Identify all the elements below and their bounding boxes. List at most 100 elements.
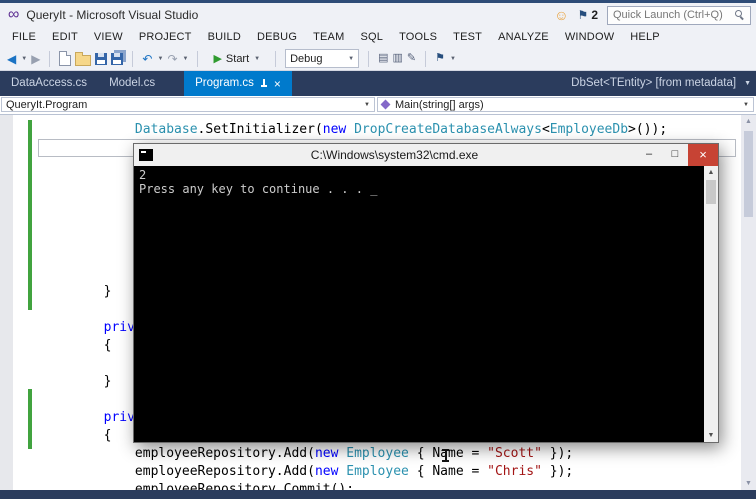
undo-icon[interactable]: ↶ [142,53,152,65]
menu-item-tools[interactable]: TOOLS [391,27,445,47]
search-icon [735,10,745,20]
properties-window-icon[interactable]: ▥ [393,53,403,64]
status-bar [0,490,756,499]
editor-vertical-scrollbar[interactable]: ▲ ▼ [741,115,756,490]
toolbar-options-icon[interactable]: ▼ [450,56,456,62]
console-minimize-button[interactable]: – [636,144,662,166]
code-line[interactable]: Database.SetInitializer(new DropCreateDa… [41,121,667,139]
tab-strip-left: DataAccess.cs Model.cs Program.cs × [0,71,292,96]
tab-model-cs[interactable]: Model.cs [98,71,166,96]
console-body[interactable]: 2 Press any key to continue . . . _ ▲ ▼ [134,166,718,442]
redo-dropdown-icon[interactable]: ▼ [183,56,189,62]
tab-label: Model.cs [109,77,156,89]
start-label: Start [225,52,250,65]
visual-studio-window: ∞ QueryIt - Microsoft Visual Studio ☺ ⚑ … [0,0,756,499]
console-line: 2 [139,168,147,182]
tab-dbset-metadata[interactable]: DbSet<TEntity> [from metadata] [563,71,744,96]
cmd-icon [139,149,153,161]
vs-logo-icon: ∞ [8,6,20,23]
toolbar-separator [132,50,134,67]
type-dropdown-value: QueryIt.Program [6,98,88,111]
notifications-button[interactable]: ⚑ 2 [578,8,598,22]
tab-label: DataAccess.cs [11,77,88,89]
tab-overflow-icon[interactable]: ▼ [744,71,756,96]
console-scrollbar[interactable]: ▲ ▼ [704,166,718,442]
code-editor[interactable]: Database.SetInitializer(new DropCreateDa… [0,115,756,490]
menu-item-view[interactable]: VIEW [86,27,131,47]
code-line[interactable]: } [41,283,112,301]
notifications-count: 2 [591,8,598,22]
undo-dropdown-icon[interactable]: ▼ [157,56,163,62]
code-line[interactable]: employeeRepository.Add(new Employee { Na… [41,445,573,463]
code-line[interactable]: { [41,427,112,445]
quick-launch-input[interactable]: Quick Launch (Ctrl+Q) [607,5,751,25]
console-window[interactable]: C:\Windows\system32\cmd.exe – □ × 2 Press… [133,143,719,443]
tab-strip: DataAccess.cs Model.cs Program.cs × DbSet<T… [0,71,756,96]
window-title: QueryIt - Microsoft Visual Studio [26,8,199,22]
bookmark-icon[interactable]: ⚑ [435,53,445,64]
tab-dataaccess-cs[interactable]: DataAccess.cs [0,71,98,96]
pin-icon[interactable] [260,78,268,89]
scroll-up-icon[interactable]: ▲ [741,118,756,125]
scrollbar-thumb[interactable] [744,131,753,217]
save-icon[interactable] [95,52,108,65]
code-line[interactable]: { [41,337,112,355]
tab-program-cs[interactable]: Program.cs × [184,71,292,96]
console-line: Press any key to continue . . . _ [139,182,378,196]
open-file-icon[interactable] [75,51,92,66]
debug-configuration-dropdown[interactable]: Debug ▼ [285,49,360,68]
start-play-icon: ▶ [213,53,222,65]
chevron-down-icon: ▼ [743,101,749,108]
toolbar-separator [425,50,427,67]
start-dropdown-icon: ▼ [254,55,261,62]
menu-item-sql[interactable]: SQL [352,27,391,47]
redo-icon[interactable]: ↷ [167,53,177,65]
menu-item-file[interactable]: FILE [4,27,44,47]
toolbar-separator [368,50,370,67]
feedback-smiley-icon[interactable]: ☺ [554,7,568,23]
navigate-forward-icon[interactable]: ▶ [31,53,40,65]
scroll-down-icon[interactable]: ▼ [704,432,718,439]
scroll-down-icon[interactable]: ▼ [741,480,756,487]
menu-item-team[interactable]: TEAM [305,27,352,47]
debug-configuration-value: Debug [290,52,323,65]
quick-launch-placeholder: Quick Launch (Ctrl+Q) [613,9,723,21]
tab-label: DbSet<TEntity> [from metadata] [571,77,737,89]
title-bar[interactable]: ∞ QueryIt - Microsoft Visual Studio ☺ ⚑ … [0,3,756,27]
code-line[interactable]: employeeRepository.Add(new Employee { Na… [41,463,573,481]
scroll-up-icon[interactable]: ▲ [704,169,718,176]
menu-bar: FILE EDIT VIEW PROJECT BUILD DEBUG TEAM SQL TOOL… [0,27,756,47]
menu-item-analyze[interactable]: ANALYZE [490,27,557,47]
type-dropdown[interactable]: QueryIt.Program ▼ [1,97,375,112]
code-line[interactable]: } [41,373,112,391]
tab-label: Program.cs [195,77,254,89]
code-line[interactable]: employeeRepository.Commit(); [41,481,354,490]
menu-item-help[interactable]: HELP [622,27,668,47]
menu-item-edit[interactable]: EDIT [44,27,86,47]
close-tab-icon[interactable]: × [274,78,281,90]
member-dropdown-value: Main(string[] args) [395,98,484,111]
menu-item-project[interactable]: PROJECT [131,27,200,47]
start-debug-button[interactable]: ▶ Start ▼ [207,52,266,66]
menu-item-window[interactable]: WINDOW [557,27,622,47]
console-title-bar[interactable]: C:\Windows\system32\cmd.exe – □ × [134,144,718,166]
member-dropdown[interactable]: Main(string[] args) ▼ [377,97,754,112]
console-output: 2 Press any key to continue . . . _ [139,168,700,196]
navigation-bar: QueryIt.Program ▼ Main(string[] args) ▼ [0,96,756,115]
save-all-icon[interactable] [111,52,124,65]
toolbar-separator [275,50,277,67]
solution-explorer-icon[interactable]: ▤ [378,53,388,64]
scrollbar-thumb[interactable] [706,180,716,204]
navigate-back-icon[interactable]: ◀ [7,53,16,65]
new-file-icon[interactable] [59,51,72,66]
edit-in-designer-icon[interactable]: ✎ [407,53,416,64]
navigate-back-dropdown-icon[interactable]: ▼ [21,56,27,62]
notifications-flag-icon: ⚑ [577,8,589,22]
mouse-ibeam-cursor [441,448,450,463]
console-maximize-button[interactable]: □ [662,144,688,166]
console-close-button[interactable]: × [688,144,718,166]
menu-item-debug[interactable]: DEBUG [249,27,305,47]
menu-item-build[interactable]: BUILD [200,27,249,47]
toolbar-separator [49,50,51,67]
menu-item-test[interactable]: TEST [445,27,490,47]
